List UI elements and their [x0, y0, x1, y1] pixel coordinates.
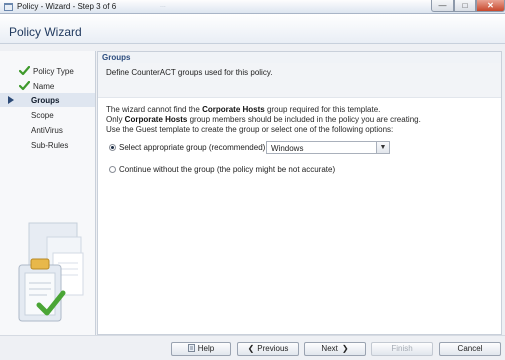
minimize-button[interactable]: —: [431, 0, 454, 12]
info-text-part: group members should be included in the …: [187, 115, 421, 124]
info-text: The wizard cannot find the Corporate Hos…: [106, 105, 496, 135]
cancel-button[interactable]: Cancel: [439, 342, 501, 356]
close-icon: ✕: [487, 1, 494, 10]
step-label: Groups: [31, 96, 60, 105]
select-group-radio[interactable]: [109, 144, 116, 151]
section-description-band: Define CounterACT groups used for this p…: [98, 63, 501, 98]
previous-button-label: Previous: [257, 344, 289, 353]
info-line-2: Only Corporate Hosts group members shoul…: [106, 115, 496, 125]
section-title: Groups: [102, 53, 131, 62]
checkmark-icon: [19, 81, 30, 91]
step-groups[interactable]: Groups: [0, 93, 95, 107]
step-name[interactable]: Name: [0, 79, 95, 93]
checkmark-icon: [19, 66, 30, 76]
step-label: Scope: [31, 111, 54, 120]
wizard-illustration-icon: [18, 222, 84, 322]
cancel-button-label: Cancel: [457, 344, 483, 353]
info-group-name: Corporate Hosts: [124, 115, 188, 124]
step-label: AntiVirus: [31, 126, 63, 135]
chevron-right-icon: ❯: [341, 344, 349, 353]
background-window-text: ...: [160, 2, 166, 9]
previous-button[interactable]: ❮ Previous: [237, 342, 299, 356]
finish-button-label: Finish: [391, 344, 413, 353]
step-label: Sub-Rules: [31, 141, 69, 150]
info-group-name: Corporate Hosts: [202, 105, 265, 114]
continue-without-group-radio[interactable]: [109, 166, 116, 173]
help-icon: [187, 343, 195, 355]
content-panel: Groups Define CounterACT groups used for…: [97, 51, 502, 335]
group-select[interactable]: Windows ▼: [266, 141, 390, 154]
help-button[interactable]: Help: [171, 342, 231, 356]
minimize-icon: —: [438, 1, 447, 10]
next-button-label: Next: [321, 344, 338, 353]
app-icon: [4, 3, 13, 11]
step-label: Name: [33, 82, 55, 91]
step-sub-rules[interactable]: Sub-Rules: [0, 138, 95, 152]
current-step-arrow-icon: [8, 96, 14, 104]
continue-without-group-label[interactable]: Continue without the group (the policy m…: [119, 165, 335, 174]
window-title: Policy - Wizard - Step 3 of 6: [17, 2, 117, 11]
next-button[interactable]: Next ❯: [304, 342, 366, 356]
close-button[interactable]: ✕: [476, 0, 505, 12]
help-button-label: Help: [197, 344, 215, 353]
step-policy-type[interactable]: Policy Type: [0, 64, 95, 78]
info-text-part: group required for this template.: [264, 105, 381, 114]
step-label: Policy Type: [33, 67, 74, 76]
window-titlebar: Policy - Wizard - Step 3 of 6 ... — □ ✕: [0, 0, 505, 14]
info-text-part: Only: [106, 115, 125, 124]
wizard-header: Policy Wizard: [0, 14, 505, 44]
info-line-1: The wizard cannot find the Corporate Hos…: [106, 105, 496, 115]
step-antivirus[interactable]: AntiVirus: [0, 123, 95, 137]
step-scope[interactable]: Scope: [0, 108, 95, 122]
wizard-footer: Help ❮ Previous Next ❯ Finish Cancel: [0, 335, 505, 360]
steps-sidebar: Policy Type Name Groups Scope AntiVirus …: [0, 51, 96, 335]
finish-button[interactable]: Finish: [371, 342, 433, 356]
wizard-title: Policy Wizard: [9, 25, 82, 39]
maximize-icon: □: [462, 1, 468, 10]
info-line-3: Use the Guest template to create the gro…: [106, 125, 394, 134]
maximize-button[interactable]: □: [454, 0, 476, 12]
chevron-down-icon[interactable]: ▼: [376, 142, 389, 153]
chevron-left-icon: ❮: [247, 344, 255, 353]
select-group-label[interactable]: Select appropriate group (recommended): [119, 143, 265, 152]
info-text-part: The wizard cannot find the: [106, 105, 203, 114]
section-description: Define CounterACT groups used for this p…: [106, 68, 273, 77]
group-select-value: Windows: [271, 144, 304, 153]
